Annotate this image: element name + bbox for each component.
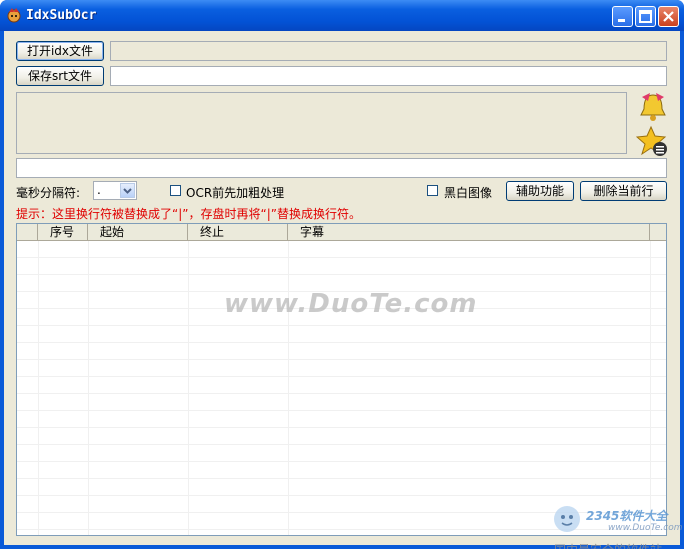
table-row[interactable] [17, 394, 666, 411]
corner-watermark-logo: 2345软件大全 www.DuoTe.com 国内最安全的软件站 [550, 501, 683, 549]
table-row[interactable] [17, 360, 666, 377]
minimize-button[interactable] [612, 6, 633, 27]
mascot-icon [554, 506, 580, 532]
table-row[interactable] [17, 377, 666, 394]
title-bar[interactable]: IdxSubOcr [0, 0, 684, 31]
table-row[interactable] [17, 462, 666, 479]
table-row[interactable] [17, 343, 666, 360]
corner-brand-text: 2345软件大全 [586, 509, 668, 523]
table-row[interactable] [17, 479, 666, 496]
grid-line [38, 241, 39, 535]
table-row[interactable] [17, 241, 666, 258]
corner-tagline-text: 国内最安全的软件站 [554, 541, 662, 549]
bw-image-checkbox[interactable] [427, 185, 438, 196]
hint-text: 提示：这里换行符被替换成了“|”，存盘时再将“|”替换成换行符。 [16, 207, 361, 221]
table-row[interactable] [17, 258, 666, 275]
save-srt-button[interactable]: 保存srt文件 [16, 66, 104, 86]
table-row[interactable] [17, 428, 666, 445]
assist-button[interactable]: 辅助功能 [506, 181, 574, 201]
ocr-bold-checkbox[interactable] [170, 185, 181, 196]
grid-line [288, 241, 289, 535]
grid-line [188, 241, 189, 535]
chevron-down-icon [123, 188, 132, 194]
window-title: IdxSubOcr [26, 8, 97, 23]
ms-separator-value: . [97, 183, 101, 197]
table-row[interactable] [17, 326, 666, 343]
client-area: 打开idx文件 保存srt文件 毫秒分隔符: . OCR前先加粗处理 黑白图像 … [4, 31, 683, 549]
row-indicator-header [17, 224, 38, 240]
bell-icon[interactable] [636, 91, 670, 123]
maximize-icon [639, 10, 652, 23]
bw-image-label: 黑白图像 [444, 186, 493, 200]
header-filler [650, 224, 666, 240]
column-header-index[interactable]: 序号 [38, 224, 88, 240]
dropdown-button[interactable] [120, 183, 135, 198]
idx-path-field [110, 41, 667, 61]
ocr-bold-label: OCR前先加粗处理 [186, 186, 285, 200]
corner-url-text: www.DuoTe.com [608, 523, 683, 533]
minimize-icon [618, 19, 625, 22]
maximize-button[interactable] [635, 6, 656, 27]
column-header-subtitle[interactable]: 字幕 [288, 224, 650, 240]
favorite-star-icon[interactable] [636, 125, 670, 157]
grid-line [88, 241, 89, 535]
column-header-end[interactable]: 终止 [188, 224, 288, 240]
close-icon [663, 11, 674, 22]
ms-separator-label: 毫秒分隔符: [16, 186, 81, 200]
grid-line [650, 241, 651, 535]
subtitle-text-input[interactable] [16, 158, 667, 178]
column-header-start[interactable]: 起始 [88, 224, 188, 240]
watermark-text: www.DuoTe.com [224, 289, 478, 319]
subtitle-preview-panel [16, 92, 627, 154]
app-icon [7, 8, 21, 23]
subtitle-table[interactable]: 序号 起始 终止 字幕 [16, 223, 667, 536]
delete-row-button[interactable]: 删除当前行 [580, 181, 667, 201]
app-window: IdxSubOcr 打开idx文件 保存srt文件 毫秒分隔符: . OCR前先… [0, 0, 684, 549]
close-button[interactable] [658, 6, 679, 27]
table-header: 序号 起始 终止 字幕 [17, 224, 666, 241]
srt-path-field[interactable] [110, 66, 667, 86]
table-row[interactable] [17, 411, 666, 428]
open-idx-button[interactable]: 打开idx文件 [16, 41, 104, 61]
table-row[interactable] [17, 445, 666, 462]
ms-separator-select[interactable]: . [93, 181, 137, 200]
